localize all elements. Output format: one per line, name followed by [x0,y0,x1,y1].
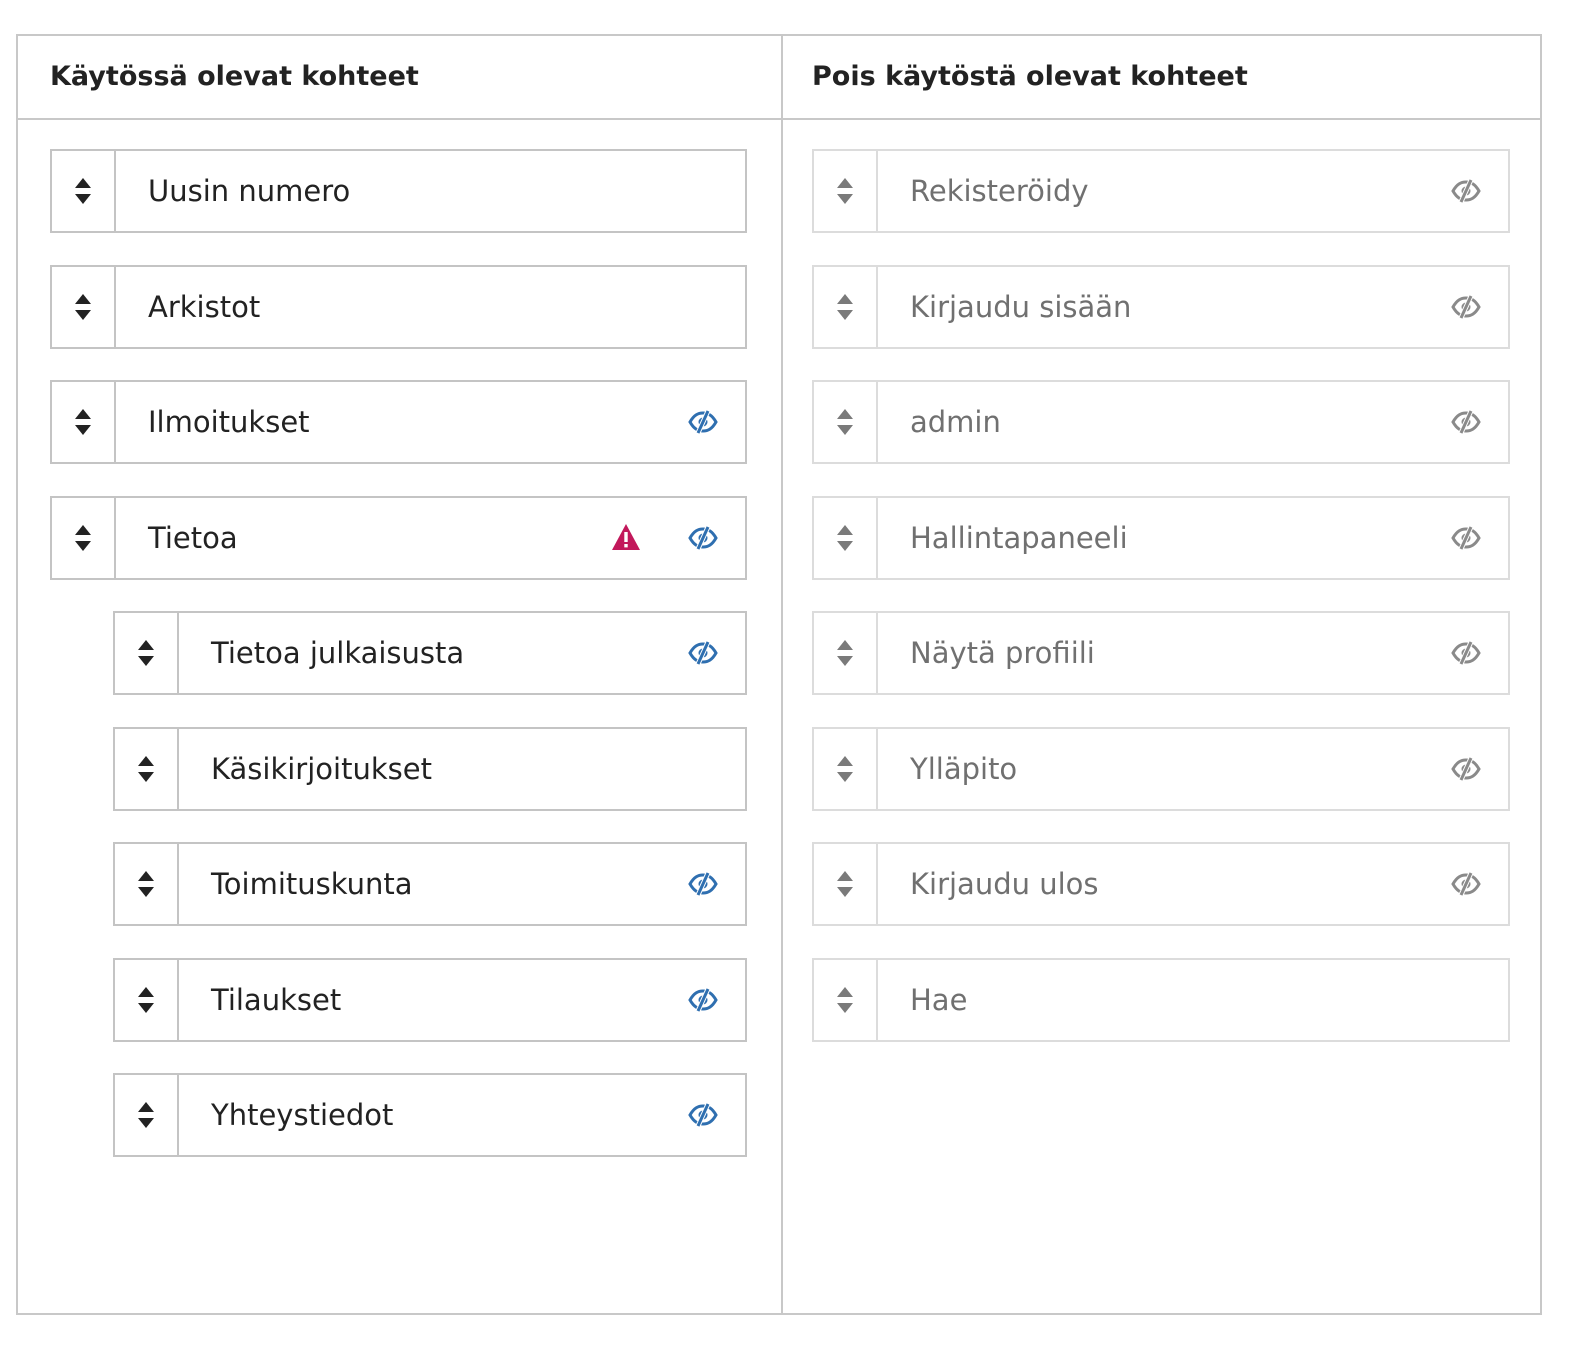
disabled-menu-item[interactable]: Kirjaudu sisään [812,264,1510,349]
menu-item-label: Rekisteröidy [910,174,1089,208]
enabled-menu-item[interactable]: Uusin numero [50,149,747,233]
disabled-menu-item[interactable]: Rekisteröidy [812,149,1510,233]
drag-handle-icon[interactable] [115,1075,179,1155]
enabled-menu-item[interactable]: Arkistot [50,264,747,349]
columns-header: Käytössä olevat kohteet Pois käytöstä ol… [18,36,1540,120]
drag-handle-icon[interactable] [115,613,179,693]
menu-item-label: Kirjaudu sisään [910,289,1132,324]
visibility-hidden-icon[interactable] [687,406,719,438]
enabled-menu-item[interactable]: Käsikirjoitukset [113,726,747,811]
drag-handle-icon[interactable] [814,382,878,462]
visibility-hidden-icon[interactable] [687,1099,719,1131]
disabled-column-title: Pois käytöstä olevat kohteet [812,61,1248,92]
menu-item-label: admin [910,405,1001,439]
visibility-hidden-icon[interactable] [1450,753,1482,785]
drag-handle-icon[interactable] [115,959,179,1040]
visibility-hidden-icon[interactable] [687,637,719,669]
drag-handle-icon[interactable] [52,497,116,578]
menu-item-label: Hallintapaneeli [910,520,1128,555]
menu-item-label: Käsikirjoitukset [211,751,432,786]
disabled-menu-item[interactable]: Ylläpito [812,726,1510,811]
disabled-menu-item[interactable]: Hae [812,957,1510,1042]
drag-handle-icon[interactable] [52,382,116,462]
enabled-menu-item[interactable]: Tilaukset [113,957,747,1042]
drag-handle-icon[interactable] [814,844,878,924]
drag-handle-icon[interactable] [814,959,878,1040]
drag-handle-icon[interactable] [52,266,116,347]
menu-item-label: Ylläpito [910,751,1018,786]
visibility-hidden-icon[interactable] [1450,868,1482,900]
visibility-hidden-icon[interactable] [1450,637,1482,669]
column-divider [781,36,783,1313]
enabled-menu-item[interactable]: Tietoa julkaisusta [113,611,747,695]
menu-item-label: Hae [910,982,968,1017]
menu-item-label: Ilmoitukset [148,405,310,439]
enabled-menu-item[interactable]: Yhteystiedot [113,1073,747,1157]
drag-handle-icon[interactable] [814,613,878,693]
enabled-menu-item[interactable]: Ilmoitukset [50,380,747,464]
menu-item-label: Kirjaudu ulos [910,867,1099,901]
enabled-menu-item[interactable]: Toimituskunta [113,842,747,926]
drag-handle-icon[interactable] [115,728,179,809]
menu-item-label: Toimituskunta [211,867,413,901]
visibility-hidden-icon[interactable] [687,868,719,900]
disabled-menu-item[interactable]: Näytä profiili [812,611,1510,695]
disabled-menu-item[interactable]: Hallintapaneeli [812,495,1510,580]
menu-item-label: Yhteystiedot [211,1098,394,1132]
drag-handle-icon[interactable] [814,266,878,347]
drag-handle-icon[interactable] [814,728,878,809]
visibility-hidden-icon[interactable] [1450,406,1482,438]
enabled-menu-item[interactable]: Tietoa [50,495,747,580]
visibility-hidden-icon[interactable] [1450,522,1482,554]
visibility-hidden-icon[interactable] [1450,291,1482,323]
menu-item-label: Tietoa [148,520,238,555]
enabled-column-title: Käytössä olevat kohteet [50,61,419,92]
drag-handle-icon[interactable] [115,844,179,924]
drag-handle-icon[interactable] [52,151,116,231]
warning-icon [611,522,641,552]
menu-item-label: Uusin numero [148,174,351,208]
drag-handle-icon[interactable] [814,151,878,231]
visibility-hidden-icon[interactable] [687,984,719,1016]
visibility-hidden-icon[interactable] [687,522,719,554]
drag-handle-icon[interactable] [814,497,878,578]
menu-item-label: Tietoa julkaisusta [211,636,465,670]
menu-item-label: Tilaukset [211,982,342,1017]
disabled-menu-item[interactable]: Kirjaudu ulos [812,842,1510,926]
menu-item-label: Arkistot [148,289,261,324]
disabled-menu-item[interactable]: admin [812,380,1510,464]
visibility-hidden-icon[interactable] [1450,175,1482,207]
menu-item-label: Näytä profiili [910,636,1095,670]
